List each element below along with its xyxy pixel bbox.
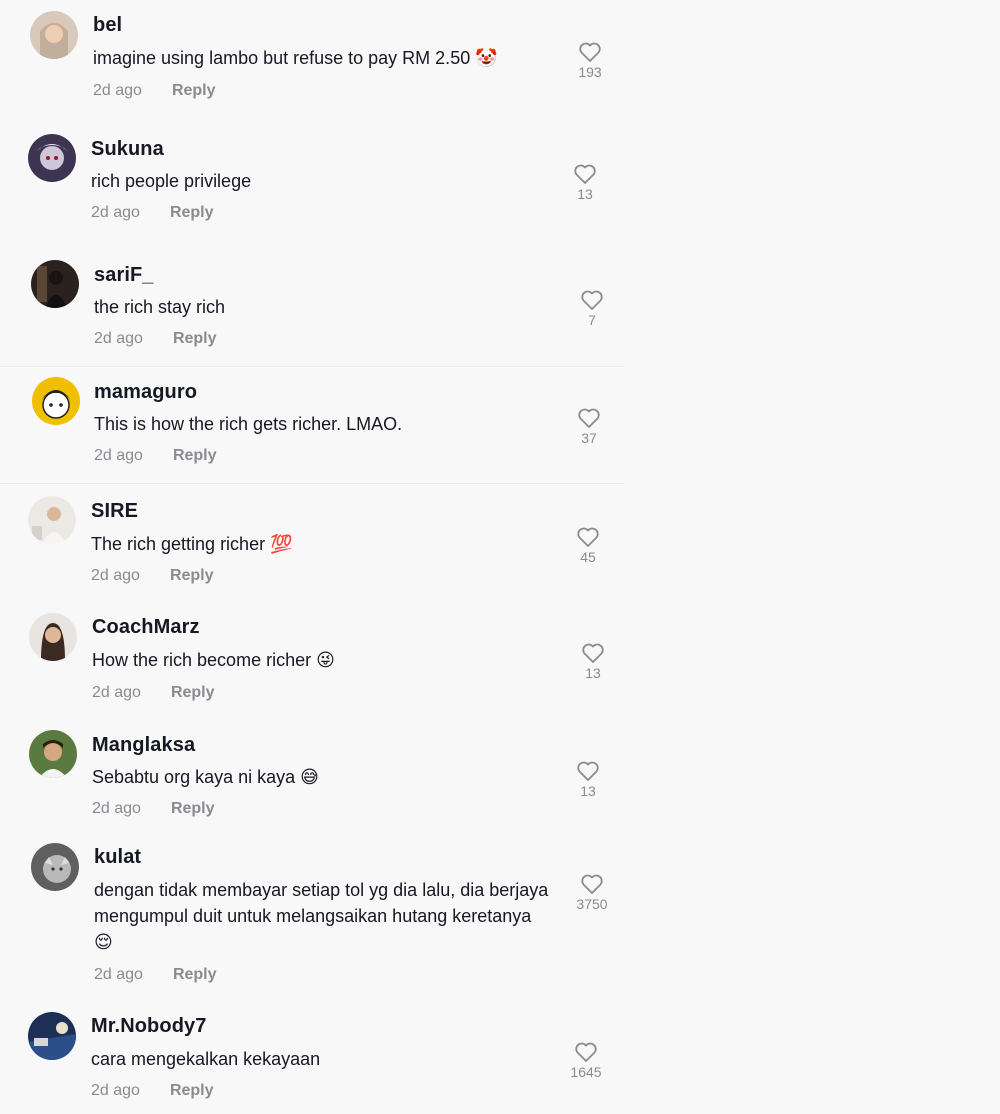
comment-time: 2d ago bbox=[94, 966, 143, 983]
like-count: 37 bbox=[581, 430, 597, 446]
comment-text: The rich getting richer 💯 bbox=[91, 534, 293, 554]
divider bbox=[0, 483, 624, 484]
comment-time: 2d ago bbox=[92, 800, 141, 817]
like-count: 45 bbox=[580, 549, 596, 565]
comment-username[interactable]: CoachMarz bbox=[92, 616, 200, 639]
comment-username[interactable]: mamaguro bbox=[94, 381, 197, 404]
comment-meta: 2d ago Reply bbox=[94, 447, 217, 465]
avatar[interactable] bbox=[28, 134, 76, 182]
like-count: 193 bbox=[578, 64, 602, 80]
comment-text: the rich stay rich bbox=[94, 297, 226, 317]
like-button[interactable]: 13 bbox=[555, 163, 615, 202]
heart-outline-icon bbox=[577, 761, 599, 781]
like-count: 1645 bbox=[570, 1064, 602, 1080]
like-button[interactable]: 13 bbox=[558, 760, 618, 799]
reply-button[interactable]: Reply bbox=[170, 204, 214, 221]
like-button[interactable]: 45 bbox=[558, 526, 618, 565]
heart-outline-icon bbox=[579, 42, 601, 62]
reply-button[interactable]: Reply bbox=[171, 800, 215, 817]
avatar[interactable] bbox=[29, 730, 77, 778]
heart-outline-icon bbox=[575, 1042, 597, 1062]
avatar[interactable] bbox=[31, 260, 79, 308]
reply-button[interactable]: Reply bbox=[171, 684, 215, 701]
comment-username[interactable]: Manglaksa bbox=[92, 734, 195, 757]
avatar[interactable] bbox=[32, 377, 80, 425]
heart-outline-icon bbox=[574, 164, 596, 184]
heart-outline-icon bbox=[581, 290, 603, 310]
reply-button[interactable]: Reply bbox=[172, 82, 216, 99]
comment-meta: 2d ago Reply bbox=[91, 567, 214, 585]
like-button[interactable]: 13 bbox=[563, 642, 623, 681]
like-button[interactable]: 1645 bbox=[556, 1041, 616, 1080]
like-button[interactable]: 193 bbox=[560, 41, 620, 80]
avatar[interactable] bbox=[28, 1012, 76, 1060]
comment-meta: 2d ago Reply bbox=[92, 800, 215, 818]
comment-text: dengan tidak membayar setiap tol yg dia … bbox=[94, 880, 549, 952]
divider bbox=[0, 366, 624, 367]
like-count: 13 bbox=[577, 186, 593, 202]
comment-time: 2d ago bbox=[91, 567, 140, 584]
like-button[interactable]: 3750 bbox=[562, 873, 622, 912]
reply-button[interactable]: Reply bbox=[173, 447, 217, 464]
like-count: 3750 bbox=[576, 896, 608, 912]
comment-meta: 2d ago Reply bbox=[93, 82, 216, 100]
comment-time: 2d ago bbox=[93, 82, 142, 99]
avatar[interactable] bbox=[28, 496, 76, 544]
like-button[interactable]: 37 bbox=[559, 407, 619, 446]
like-count: 7 bbox=[588, 312, 596, 328]
comment-time: 2d ago bbox=[91, 204, 140, 221]
reply-button[interactable]: Reply bbox=[173, 330, 217, 347]
avatar[interactable] bbox=[31, 843, 79, 891]
reply-button[interactable]: Reply bbox=[170, 567, 214, 584]
comment-meta: 2d ago Reply bbox=[94, 966, 217, 984]
comment-meta: 2d ago Reply bbox=[91, 1082, 214, 1100]
heart-outline-icon bbox=[578, 408, 600, 428]
comment-text: This is how the rich gets richer. LMAO. bbox=[94, 414, 403, 434]
comment-username[interactable]: bel bbox=[93, 14, 122, 37]
comment-time: 2d ago bbox=[94, 330, 143, 347]
comment-meta: 2d ago Reply bbox=[91, 204, 214, 222]
comment-time: 2d ago bbox=[92, 684, 141, 701]
empty-area bbox=[624, 0, 1000, 1114]
comment-username[interactable]: sariF_ bbox=[94, 264, 154, 287]
comments-panel: bel imagine using lambo but refuse to pa… bbox=[0, 0, 624, 1114]
comment-time: 2d ago bbox=[91, 1082, 140, 1099]
heart-outline-icon bbox=[582, 643, 604, 663]
comment-meta: 2d ago Reply bbox=[94, 330, 217, 348]
comment-text: Sebabtu org kaya ni kaya 😅 bbox=[92, 767, 319, 787]
avatar[interactable] bbox=[29, 613, 77, 661]
comment-username[interactable]: SIRE bbox=[91, 500, 138, 523]
comment-time: 2d ago bbox=[94, 447, 143, 464]
reply-button[interactable]: Reply bbox=[173, 966, 217, 983]
avatar[interactable] bbox=[30, 11, 78, 59]
comment-text: How the rich become richer 😜 bbox=[92, 650, 335, 670]
like-button[interactable]: 7 bbox=[562, 289, 622, 328]
like-count: 13 bbox=[585, 665, 601, 681]
comment-meta: 2d ago Reply bbox=[92, 684, 215, 702]
heart-outline-icon bbox=[581, 874, 603, 894]
like-count: 13 bbox=[580, 783, 596, 799]
reply-button[interactable]: Reply bbox=[170, 1082, 214, 1099]
comment-text: cara mengekalkan kekayaan bbox=[91, 1049, 321, 1069]
heart-outline-icon bbox=[577, 527, 599, 547]
comment-username[interactable]: kulat bbox=[94, 846, 141, 869]
comment-text: imagine using lambo but refuse to pay RM… bbox=[93, 48, 498, 68]
comment-username[interactable]: Sukuna bbox=[91, 138, 164, 161]
comment-text: rich people privilege bbox=[91, 171, 252, 191]
comment-username[interactable]: Mr.Nobody7 bbox=[91, 1015, 206, 1038]
